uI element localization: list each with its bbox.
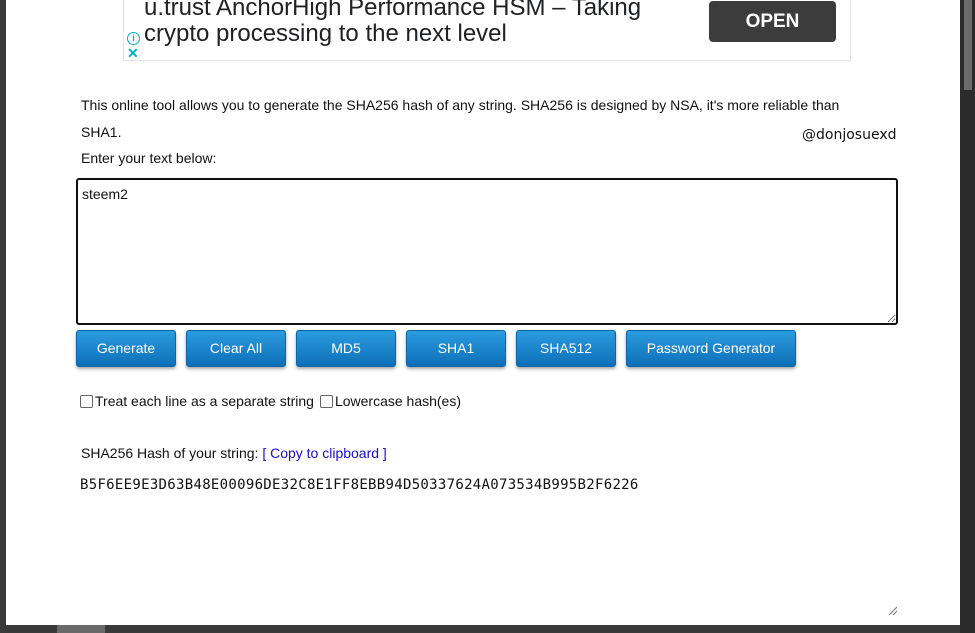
result-label: SHA256 Hash of your string: [81,445,263,461]
copy-to-clipboard-link[interactable]: [ Copy to clipboard ] [262,445,387,461]
password-generator-button[interactable]: Password Generator [626,330,796,367]
lowercase-label: Lowercase hash(es) [334,393,461,409]
text-input[interactable] [76,178,898,325]
md5-button[interactable]: MD5 [296,330,396,367]
tool-description: This online tool allows you to generate … [81,97,840,140]
hash-options: Treat each line as a separate string Low… [80,393,461,409]
ad-open-button[interactable]: OPEN [709,1,836,42]
input-prompt: Enter your text below: [81,150,217,166]
vertical-scrollbar-thumb[interactable] [964,0,972,90]
info-icon[interactable]: i [127,32,140,45]
ad-text[interactable]: u.trust AnchorHigh Performance HSM – Tak… [144,0,704,47]
each-line-checkbox[interactable] [80,394,93,408]
hash-output: B5F6EE9E3D63B48E00096DE32C8E1FF8EBB94D50… [80,477,639,493]
each-line-option[interactable]: Treat each line as a separate string [80,393,314,409]
clear-all-button[interactable]: Clear All [186,330,286,367]
resize-grip-icon[interactable] [887,605,897,615]
ad-banner[interactable]: u.trust AnchorHigh Performance HSM – Tak… [123,0,851,61]
page: u.trust AnchorHigh Performance HSM – Tak… [6,0,960,625]
sha512-button[interactable]: SHA512 [516,330,616,367]
result-heading: SHA256 Hash of your string: [ Copy to cl… [81,445,387,461]
each-line-label: Treat each line as a separate string [95,393,314,409]
sha1-button[interactable]: SHA1 [406,330,506,367]
vertical-scrollbar[interactable] [960,0,975,633]
user-handle: @donjosuexd [802,127,897,143]
lowercase-option[interactable]: Lowercase hash(es) [314,393,461,409]
horizontal-scrollbar-thumb[interactable] [57,625,105,633]
action-buttons: Generate Clear All MD5 SHA1 SHA512 Passw… [76,330,796,367]
generate-button[interactable]: Generate [76,330,176,367]
lowercase-checkbox[interactable] [319,394,333,408]
close-icon[interactable]: ✕ [127,46,139,60]
